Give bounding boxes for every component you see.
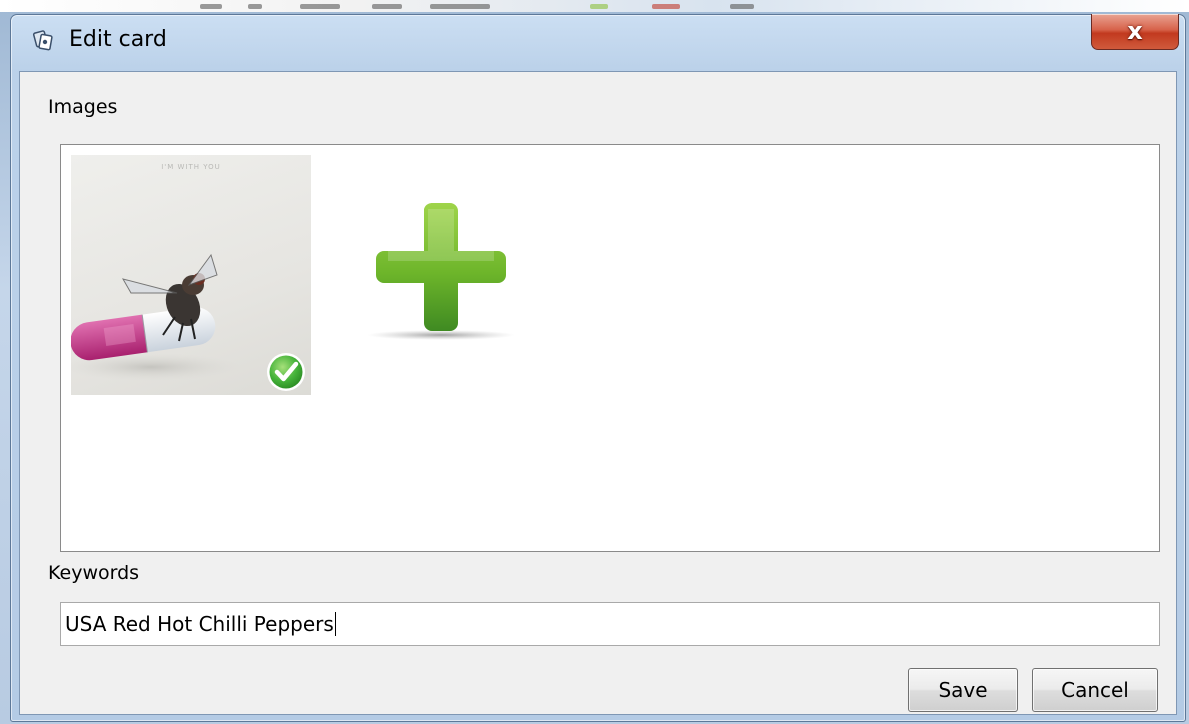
dialog-title: Edit card xyxy=(69,27,167,52)
close-icon: x xyxy=(1127,16,1143,45)
background-artifact xyxy=(590,4,608,9)
album-cover-thumbnail[interactable]: I'M WITH YOU xyxy=(71,155,311,395)
title-bar[interactable]: Edit card x xyxy=(11,14,1185,71)
check-icon xyxy=(267,353,305,391)
cancel-button[interactable]: Cancel xyxy=(1032,668,1158,712)
close-button[interactable]: x xyxy=(1091,14,1179,50)
background-artifact xyxy=(248,4,262,9)
keywords-label: Keywords xyxy=(48,562,140,584)
images-label: Images xyxy=(48,96,118,118)
background-artifact xyxy=(200,4,222,9)
edit-card-dialog: Edit card x Images I'M WITH YOU Keywords… xyxy=(10,14,1186,722)
add-plus-icon[interactable] xyxy=(366,203,516,345)
keywords-input[interactable]: USA Red Hot Chilli Peppers xyxy=(60,602,1160,646)
images-panel[interactable]: I'M WITH YOU xyxy=(60,144,1160,552)
background-artifact xyxy=(652,4,680,9)
background-artifact xyxy=(372,4,402,9)
cards-icon xyxy=(32,30,53,51)
text-caret xyxy=(334,612,336,636)
background-artifact xyxy=(430,4,490,9)
dialog-body: Images I'M WITH YOU Keywords USA Red Hot… xyxy=(19,71,1177,715)
background-app-strip xyxy=(0,0,1189,12)
keywords-input-value: USA Red Hot Chilli Peppers xyxy=(65,612,334,636)
background-artifact xyxy=(300,4,340,9)
background-artifact xyxy=(730,4,754,9)
save-button[interactable]: Save xyxy=(908,668,1018,712)
